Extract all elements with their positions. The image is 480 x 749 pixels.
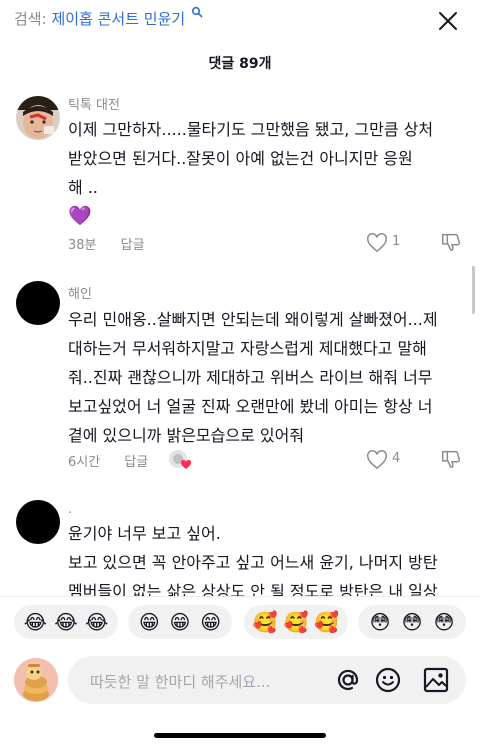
comment-author[interactable]: . xyxy=(68,502,72,517)
heart-icon[interactable] xyxy=(366,449,388,471)
comment-author[interactable]: 해인 xyxy=(68,283,92,302)
flushed-emoji: 😳 xyxy=(369,610,391,634)
smiling-hearts-emoji: 🥰 xyxy=(252,610,278,634)
emoji-quick-bar: 😂 😂 😂 😁 😁 😁 🥰 🥰 🥰 😳 😳 😳 xyxy=(0,596,480,648)
comment-author[interactable]: 틱톡 대전 xyxy=(68,94,120,113)
scrollbar[interactable] xyxy=(472,266,475,314)
emoji-chip-hearts[interactable]: 🥰 🥰 🥰 xyxy=(244,605,348,639)
reply-button[interactable]: 답글 xyxy=(121,238,145,253)
user-avatar[interactable] xyxy=(14,658,58,702)
close-icon[interactable] xyxy=(436,9,460,33)
avatar[interactable] xyxy=(16,281,60,325)
comment-text: 우리 민애옹..살빠지면 안되는데 왜이렇게 살빠졌어...제 대하는거 무서워… xyxy=(68,305,464,450)
emoji-icon[interactable] xyxy=(374,666,402,694)
comment-text: 이제 그만하자.....물타기도 그만했음 됐고, 그만큼 상처 받았으면 된거… xyxy=(68,115,464,231)
comment-input-placeholder: 따듯한 말 한마디 해주세요... xyxy=(90,673,271,691)
comment-line: 받았으면 된거다..잘못이 아예 없는건 아니지만 응원 xyxy=(68,149,413,168)
comment-line: 대하는거 무서워하지말고 자랑스럽게 제대했다고 말해 xyxy=(68,339,427,358)
like-count: 4 xyxy=(392,451,401,466)
reply-button[interactable]: 답글 xyxy=(124,455,148,470)
comment-input[interactable]: 따듯한 말 한마디 해주세요... xyxy=(68,656,466,704)
dislike-icon[interactable] xyxy=(440,231,462,253)
grinning-emoji: 😁 xyxy=(200,610,222,634)
comment-line: 보고 있으면 꼭 안아주고 싶고 어느새 윤기, 나머지 방탄 xyxy=(68,553,438,572)
comment-composer: 따듯한 말 한마디 해주세요... xyxy=(0,654,480,714)
comment-time: 38분 xyxy=(68,238,97,253)
search-text[interactable]: 검색: 제이홉 콘서트 민윤기 xyxy=(14,6,203,29)
laughing-emoji: 😂 xyxy=(84,610,109,634)
comment-line: 이제 그만하자.....물타기도 그만했음 됐고, 그만큼 상처 xyxy=(68,120,434,139)
laughing-emoji: 😂 xyxy=(54,610,78,634)
heart-icon[interactable] xyxy=(366,232,388,254)
flushed-emoji: 😳 xyxy=(433,610,455,634)
emoji-chip-laugh[interactable]: 😂 😂 😂 xyxy=(14,605,118,639)
avatar[interactable] xyxy=(16,96,60,140)
grinning-emoji: 😁 xyxy=(138,610,160,634)
avatar[interactable] xyxy=(16,500,60,544)
like-count: 1 xyxy=(392,234,401,249)
comment-line: 해 .. xyxy=(68,178,98,197)
comment-line: 우리 민애옹..살빠지면 안되는데 왜이렇게 살빠졌어...제 xyxy=(68,310,438,329)
mention-icon[interactable] xyxy=(334,666,362,694)
dislike-icon[interactable] xyxy=(440,448,462,470)
smiling-hearts-emoji: 🥰 xyxy=(314,610,340,634)
comment-line: 보고싶었어 너 얼굴 진짜 오랜만에 봤네 아미는 항상 너 xyxy=(68,397,433,416)
search-prefix: 검색: xyxy=(14,10,47,28)
search-bar[interactable]: 검색: 제이홉 콘서트 민윤기 xyxy=(0,0,480,40)
home-indicator[interactable] xyxy=(154,733,326,738)
flushed-emoji: 😳 xyxy=(401,610,423,634)
comment-line: 윤기야 너무 보고 싶어. xyxy=(68,524,221,543)
search-icon xyxy=(191,6,203,18)
comment-meta: 6시간 답글 xyxy=(68,451,148,470)
comment-line: 줘..진짜 괜찮으니까 제대하고 위버스 라이브 해줘 너무 xyxy=(68,368,433,387)
grinning-emoji: 😁 xyxy=(169,610,191,634)
emoji-chip-grin[interactable]: 😁 😁 😁 xyxy=(128,605,232,639)
image-icon[interactable] xyxy=(422,666,450,694)
creator-liked-icon xyxy=(169,450,192,469)
comment-text: 윤기야 너무 보고 싶어. 보고 있으면 꼭 안아주고 싶고 어느새 윤기, 나… xyxy=(68,519,464,606)
smiling-hearts-emoji: 🥰 xyxy=(283,610,309,634)
emoji-chip-flushed[interactable]: 😳 😳 😳 xyxy=(358,605,466,639)
comment-count: 댓글 89개 xyxy=(208,56,272,72)
comment-line: 곁에 있으니까 밝은모습으로 있어줘 xyxy=(68,426,305,445)
laughing-emoji: 😂 xyxy=(23,610,48,634)
comment-line: 💜 xyxy=(68,205,92,227)
comment-time: 6시간 xyxy=(68,455,101,470)
search-query[interactable]: 제이홉 콘서트 민윤기 xyxy=(51,10,185,28)
comment-meta: 38분 답글 xyxy=(68,234,145,253)
